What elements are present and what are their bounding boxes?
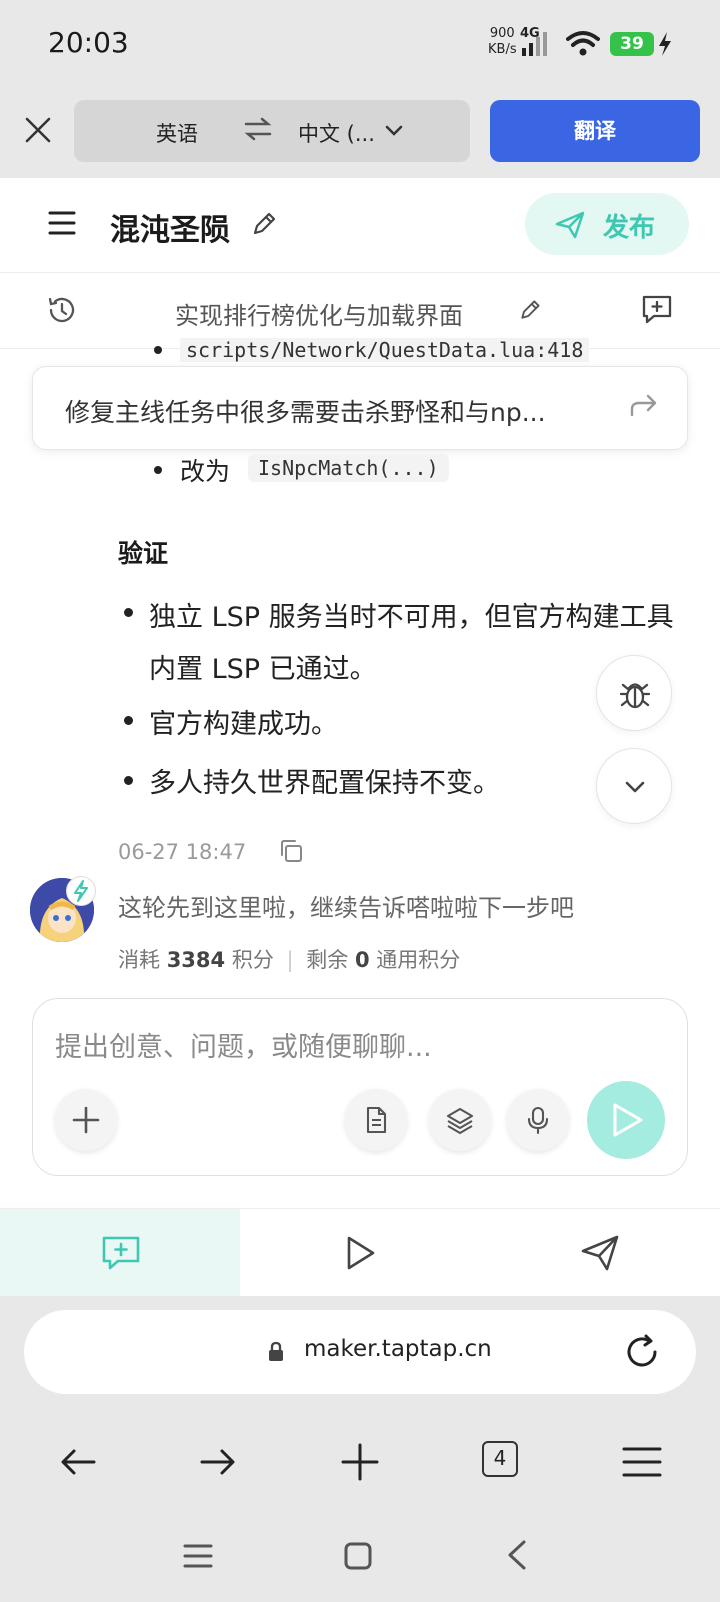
bullet bbox=[124, 608, 133, 617]
reload-icon[interactable] bbox=[622, 1332, 662, 1372]
chat-add-icon bbox=[102, 1236, 140, 1270]
paper-plane-icon bbox=[555, 211, 585, 239]
pencil-icon[interactable] bbox=[250, 210, 278, 238]
source-language[interactable]: 英语 bbox=[156, 118, 198, 148]
section-heading: 验证 bbox=[118, 539, 169, 568]
document-icon bbox=[366, 1106, 387, 1134]
menu-icon[interactable] bbox=[48, 210, 76, 236]
browser-menu-button[interactable] bbox=[620, 1440, 664, 1484]
pinned-message-text: 修复主线任务中很多需要击杀野怪和与np... bbox=[65, 398, 546, 427]
target-language[interactable]: 中文 (... bbox=[298, 118, 375, 148]
inline-code: IsNpcMatch(...) bbox=[248, 454, 449, 482]
play-send-icon bbox=[613, 1103, 643, 1137]
tab-switcher-button[interactable]: 4 bbox=[482, 1441, 518, 1477]
home-icon[interactable] bbox=[342, 1540, 374, 1572]
forward-arrow-icon[interactable] bbox=[629, 393, 659, 419]
layers-icon bbox=[446, 1107, 474, 1135]
network-speed-unit: KB/s bbox=[488, 42, 517, 57]
change-to-label: 改为 bbox=[180, 457, 231, 486]
publish-button[interactable]: 发布 bbox=[525, 193, 689, 255]
tab-publish[interactable] bbox=[480, 1209, 720, 1297]
network-speed: 900 KB/s bbox=[488, 26, 517, 58]
swap-languages-icon[interactable] bbox=[244, 116, 272, 142]
plus-icon bbox=[341, 1443, 379, 1481]
list-item: 多人持久世界配置保持不变。 bbox=[149, 768, 500, 799]
paper-plane-icon bbox=[581, 1235, 619, 1271]
lightning-icon bbox=[74, 880, 88, 902]
bullet bbox=[154, 346, 162, 354]
address-bar[interactable]: maker.taptap.cn bbox=[24, 1310, 696, 1394]
bug-icon bbox=[619, 683, 651, 709]
voice-input-button[interactable] bbox=[507, 1089, 569, 1151]
translate-button[interactable]: 翻译 bbox=[490, 100, 700, 162]
history-icon[interactable] bbox=[46, 294, 78, 326]
plus-icon bbox=[72, 1106, 100, 1134]
code-path: scripts/Network/QuestData.lua:418 bbox=[180, 338, 590, 362]
tab-play[interactable] bbox=[240, 1209, 480, 1297]
battery-indicator: 39 bbox=[610, 32, 654, 56]
new-tab-button[interactable] bbox=[338, 1440, 382, 1484]
wifi-icon bbox=[566, 31, 600, 56]
chat-composer bbox=[32, 998, 688, 1176]
arrow-left-icon bbox=[61, 1449, 96, 1475]
pinned-message-card[interactable]: 修复主线任务中很多需要击杀野怪和与np... bbox=[32, 366, 688, 450]
chevron-down-icon[interactable] bbox=[384, 124, 404, 138]
bullet bbox=[124, 776, 133, 785]
publish-label: 发布 bbox=[603, 213, 656, 243]
message-timestamp: 06-27 18:47 bbox=[118, 840, 247, 864]
layers-button[interactable] bbox=[429, 1089, 491, 1151]
remaining-unit: 通用积分 bbox=[376, 948, 461, 972]
cell-signal-icon bbox=[522, 32, 547, 56]
arrow-right-icon bbox=[200, 1449, 235, 1475]
language-selector[interactable] bbox=[74, 100, 470, 162]
task-title: 实现排行榜优化与加载界面 bbox=[175, 302, 463, 330]
tab-chat[interactable] bbox=[0, 1209, 240, 1297]
consumed-label: 消耗 bbox=[118, 948, 160, 972]
document-button[interactable] bbox=[345, 1089, 407, 1151]
forward-button[interactable] bbox=[196, 1440, 240, 1484]
microphone-icon bbox=[527, 1106, 549, 1135]
pencil-icon[interactable] bbox=[518, 298, 542, 322]
charging-icon bbox=[659, 32, 671, 56]
network-speed-value: 900 bbox=[489, 26, 515, 41]
send-button[interactable] bbox=[587, 1081, 665, 1159]
avatar-badge bbox=[66, 876, 96, 906]
divider bbox=[0, 272, 720, 273]
new-chat-icon[interactable] bbox=[640, 292, 674, 326]
consumed-unit: 积分 bbox=[231, 948, 274, 972]
consumed-value: 3384 bbox=[166, 948, 226, 972]
lock-icon bbox=[269, 1341, 283, 1361]
remaining-label: 剩余 bbox=[306, 948, 349, 972]
add-attachment-button[interactable] bbox=[55, 1089, 117, 1151]
remaining-value: 0 bbox=[354, 948, 370, 972]
list-item: 官方构建成功。 bbox=[149, 709, 338, 740]
bottom-tab-bar bbox=[0, 1208, 720, 1297]
project-title: 混沌圣陨 bbox=[110, 213, 230, 248]
back-button[interactable] bbox=[56, 1440, 100, 1484]
chevron-down-icon bbox=[625, 781, 645, 793]
url-text: maker.taptap.cn bbox=[304, 1336, 492, 1362]
clock: 20:03 bbox=[48, 26, 129, 59]
chat-input[interactable] bbox=[55, 1027, 655, 1067]
close-translate-icon[interactable] bbox=[18, 110, 58, 150]
bullet bbox=[124, 716, 133, 725]
menu-icon bbox=[622, 1447, 662, 1477]
scroll-down-button[interactable] bbox=[596, 748, 672, 824]
usage-summary: 消耗 3384 积分 | 剩余 0 通用积分 bbox=[118, 944, 460, 974]
copy-icon[interactable] bbox=[278, 838, 304, 864]
play-icon bbox=[347, 1236, 375, 1270]
assistant-message: 这轮先到这里啦，继续告诉嗒啦啦下一步吧 bbox=[118, 894, 574, 922]
system-back-icon[interactable] bbox=[502, 1538, 534, 1572]
bullet bbox=[154, 466, 162, 474]
divider: | bbox=[286, 948, 294, 972]
recents-icon[interactable] bbox=[182, 1540, 214, 1572]
debug-button[interactable] bbox=[596, 655, 672, 731]
